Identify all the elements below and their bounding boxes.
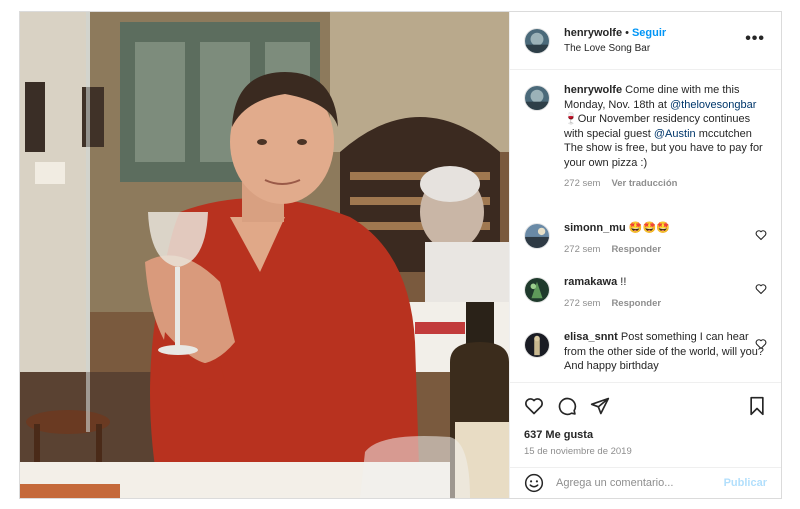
caption-avatar[interactable] [524, 85, 550, 111]
author-avatar[interactable] [524, 27, 550, 54]
more-options-icon[interactable]: ••• [745, 31, 765, 47]
comment-body: 🤩🤩🤩 [625, 222, 670, 234]
smiley-icon[interactable] [524, 473, 544, 493]
mention-thelovesongbar[interactable]: @thelovesongbar [670, 99, 756, 111]
post-location[interactable]: The Love Song Bar [564, 41, 666, 56]
author-username[interactable]: henrywolfe [564, 27, 622, 39]
comments-list[interactable]: henrywolfe Come dine with me this Monday… [510, 71, 781, 382]
photo-image [20, 12, 509, 498]
comment-item: ramakawa !! 272 sem Responder [524, 275, 767, 330]
comment-like-heart-icon[interactable] [755, 338, 767, 350]
caption-time: 272 sem [564, 178, 601, 189]
likes-count[interactable]: 637 Me gusta [524, 429, 767, 441]
comment-body: !! [617, 276, 627, 288]
reply-button[interactable]: Responder [611, 244, 661, 255]
comment-like-heart-icon[interactable] [755, 283, 767, 295]
comment-icon[interactable] [557, 396, 577, 416]
comment-avatar[interactable] [524, 223, 550, 249]
comment-avatar[interactable] [524, 332, 550, 358]
comment-meta: 272 sem Responder [564, 298, 764, 309]
comment-text: simonn_mu 🤩🤩🤩 [564, 221, 764, 236]
instagram-post: henrywolfe • Seguir The Love Song Bar ••• … [19, 11, 782, 499]
comment-username[interactable]: elisa_snnt [564, 331, 618, 343]
mention-austin[interactable]: @Austin [654, 128, 696, 140]
post-header: henrywolfe • Seguir The Love Song Bar ••• [510, 12, 781, 70]
comment-avatar[interactable] [524, 277, 550, 303]
comment-meta: 272 sem Responder [564, 244, 764, 255]
reply-button[interactable]: Responder [611, 298, 661, 309]
action-icons [524, 395, 767, 417]
caption-username[interactable]: henrywolfe [564, 84, 622, 96]
share-icon[interactable] [590, 396, 610, 416]
comment-text: ramakawa !! [564, 275, 764, 290]
see-translation-button[interactable]: Ver traducción [611, 178, 677, 189]
caption: henrywolfe Come dine with me this Monday… [524, 83, 767, 221]
caption-text: henrywolfe Come dine with me this Monday… [564, 83, 764, 170]
bookmark-icon[interactable] [747, 396, 767, 416]
comment-time: 272 sem [564, 243, 601, 255]
comment-item: simonn_mu 🤩🤩🤩 272 sem Responder [524, 221, 767, 275]
publish-button[interactable]: Publicar [724, 477, 767, 489]
comment-item: elisa_snnt Post something I can hear fro… [524, 330, 767, 382]
comment-username[interactable]: ramakawa [564, 276, 617, 288]
comment-time: 272 sem [564, 297, 601, 309]
separator-dot: • [625, 26, 629, 39]
heart-icon[interactable] [524, 396, 544, 416]
comment-username[interactable]: simonn_mu [564, 222, 626, 234]
post-actions: 637 Me gusta 15 de noviembre de 2019 [510, 382, 781, 467]
wine-emoji: 🍷 [564, 113, 578, 125]
post-photo[interactable] [20, 12, 509, 498]
follow-button[interactable]: Seguir [632, 27, 666, 39]
comment-text: elisa_snnt Post something I can hear fro… [564, 330, 764, 374]
comment-like-heart-icon[interactable] [755, 229, 767, 241]
comment-input[interactable] [556, 477, 726, 489]
add-comment-bar: Publicar [510, 467, 781, 498]
caption-meta: 272 sem Ver traducción [564, 178, 764, 189]
post-side-panel: henrywolfe • Seguir The Love Song Bar ••• … [509, 12, 781, 498]
post-date[interactable]: 15 de noviembre de 2019 [524, 446, 767, 457]
